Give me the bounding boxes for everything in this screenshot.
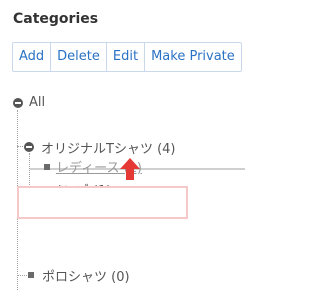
tree-connector <box>17 275 27 276</box>
tree-node-label: All <box>29 95 46 110</box>
drop-target-placeholder[interactable] <box>17 186 188 219</box>
tree-node-label: ポロシャツ (0) <box>42 270 130 285</box>
categories-panel: Categories Add Delete Edit Make Private … <box>0 0 249 299</box>
minus-circle-icon[interactable] <box>13 98 23 108</box>
arrow-up-icon <box>120 158 140 180</box>
square-bullet-icon <box>44 164 50 170</box>
minus-circle-icon[interactable] <box>24 142 34 152</box>
tree-connector <box>17 146 23 147</box>
tree-node-label: オリジナルTシャツ (4) <box>41 142 176 157</box>
square-bullet-icon <box>28 272 34 278</box>
category-tree: All オリジナルTシャツ (4) レディース (1) メンズ (1) ポロシャ… <box>0 0 249 299</box>
